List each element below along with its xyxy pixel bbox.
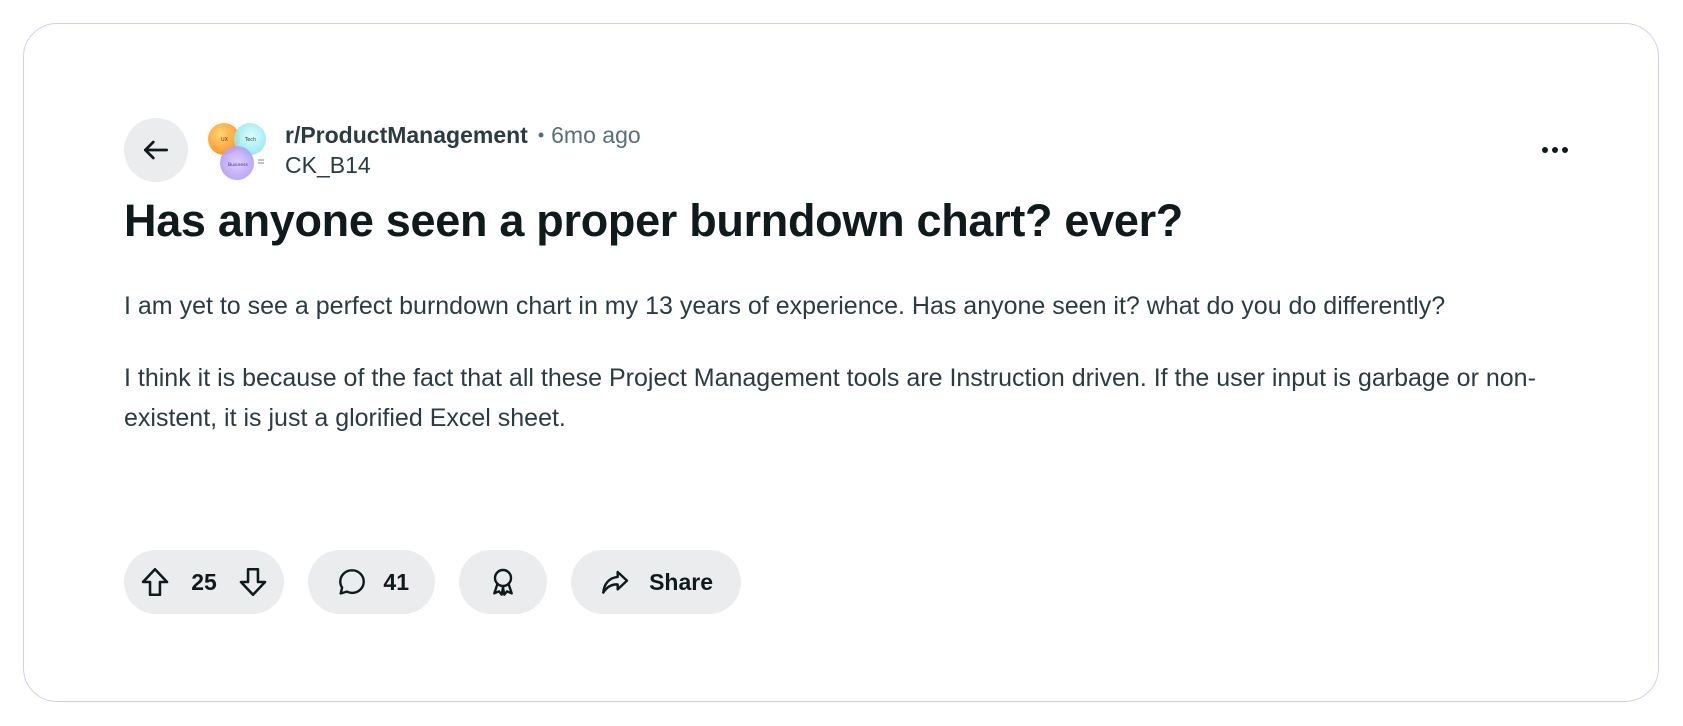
author-link[interactable]: CK_B14 xyxy=(285,152,371,179)
downvote-button[interactable] xyxy=(236,565,270,599)
share-arrow-icon xyxy=(602,570,629,594)
comments-button[interactable]: 41 xyxy=(308,550,435,614)
share-label: Share xyxy=(649,568,713,595)
upvote-count: 25 xyxy=(191,568,217,595)
action-bar: 25 41 Share xyxy=(124,550,765,614)
comment-count: 41 xyxy=(383,568,409,595)
post-timestamp: 6mo ago xyxy=(551,121,641,148)
back-button[interactable] xyxy=(124,118,188,182)
subreddit-link[interactable]: r/ProductManagement xyxy=(285,122,528,149)
avatar-label-tech: Tech xyxy=(244,137,256,143)
venn-avatar-image: UX Tech Business xyxy=(208,123,266,180)
post-paragraph: I am yet to see a perfect burndown chart… xyxy=(124,292,1446,320)
arrow-up-outline-icon xyxy=(141,567,169,597)
post-meta: r/ProductManagement • 6mo ago xyxy=(285,120,641,150)
post-title: Has anyone seen a proper burndown chart?… xyxy=(124,195,1183,246)
ellipsis-icon xyxy=(1542,147,1568,153)
speech-bubble-icon xyxy=(339,569,365,595)
avatar-label-ux: UX xyxy=(221,137,229,143)
award-ribbon-icon xyxy=(493,568,513,596)
share-button[interactable]: Share xyxy=(571,550,741,614)
arrow-down-outline-icon xyxy=(239,567,267,597)
upvote-button[interactable] xyxy=(138,565,172,599)
post-paragraph: I think it is because of the fact that a… xyxy=(124,364,1536,432)
arrow-left-icon xyxy=(144,140,168,160)
post-body: I am yet to see a perfect burndown chart… xyxy=(124,286,1584,470)
subreddit-avatar[interactable]: UX Tech Business xyxy=(206,120,270,184)
avatar-label-business: Business xyxy=(228,162,248,168)
more-options-button[interactable] xyxy=(1523,128,1587,172)
vote-control: 25 xyxy=(124,550,284,614)
meta-separator: • xyxy=(537,124,545,145)
award-button[interactable] xyxy=(459,550,547,614)
